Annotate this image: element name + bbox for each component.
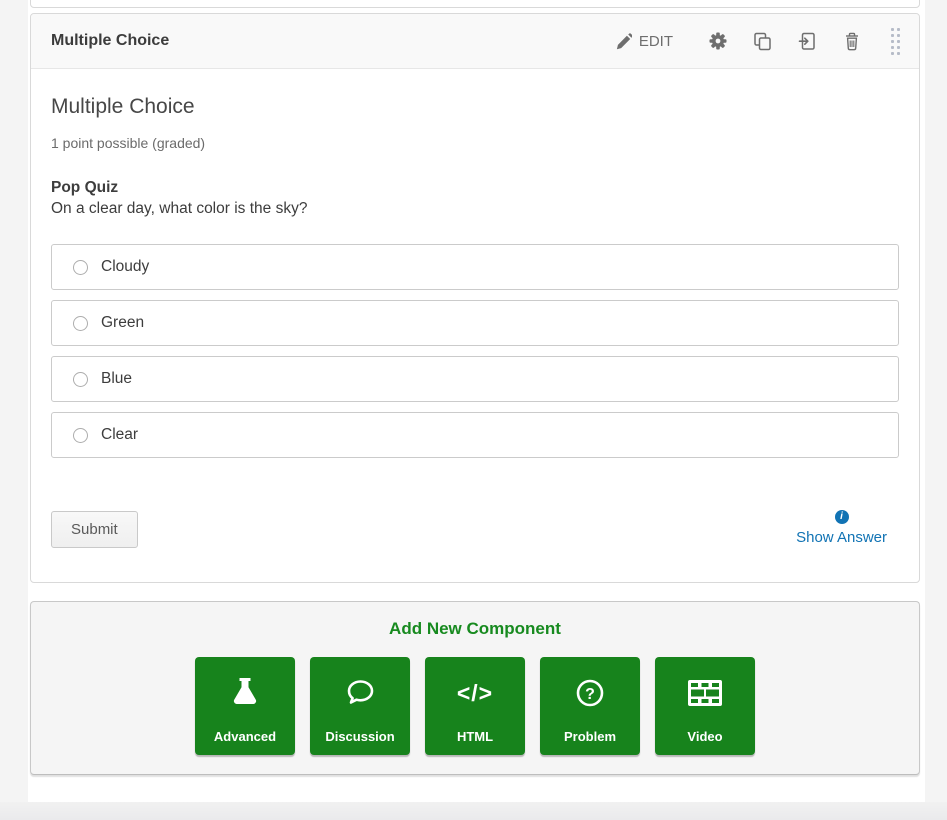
duplicate-icon <box>753 32 772 51</box>
add-new-component-panel: Add New Component Advanced Discussion </… <box>30 601 920 775</box>
add-component-title: Add New Component <box>31 619 919 639</box>
add-button-label: Advanced <box>214 729 276 744</box>
edit-button[interactable]: EDIT <box>602 27 686 56</box>
duplicate-button[interactable] <box>740 26 785 57</box>
problem-preview: Multiple Choice 1 point possible (graded… <box>31 69 919 548</box>
flask-icon <box>195 657 295 729</box>
component-card-header: Multiple Choice EDIT <box>31 14 919 69</box>
add-component-buttons: Advanced Discussion </> HTML ? <box>31 657 919 755</box>
move-button[interactable] <box>785 26 830 57</box>
choice-option[interactable]: Clear <box>51 412 899 458</box>
add-advanced-button[interactable]: Advanced <box>195 657 295 755</box>
choice-label: Blue <box>101 370 132 388</box>
edit-button-label: EDIT <box>639 33 673 50</box>
choice-label: Cloudy <box>101 258 149 276</box>
add-button-label: HTML <box>457 729 493 744</box>
choice-option[interactable]: Blue <box>51 356 899 402</box>
component-title: Multiple Choice <box>51 32 602 50</box>
radio-button[interactable] <box>73 372 88 387</box>
radio-button[interactable] <box>73 428 88 443</box>
add-problem-button[interactable]: ? Problem <box>540 657 640 755</box>
pencil-icon <box>615 33 632 50</box>
settings-button[interactable] <box>696 26 740 56</box>
radio-button[interactable] <box>73 316 88 331</box>
page-footer-strip <box>0 802 947 820</box>
previous-component-card-edge <box>30 0 920 8</box>
choice-option[interactable]: Green <box>51 300 899 346</box>
problem-display-title: Multiple Choice <box>51 95 899 119</box>
trash-icon <box>843 32 861 51</box>
question-text: On a clear day, what color is the sky? <box>51 200 899 218</box>
question-title: Pop Quiz <box>51 179 899 197</box>
svg-text:?: ? <box>585 686 595 703</box>
choice-label: Clear <box>101 426 138 444</box>
component-actions: EDIT <box>602 24 907 59</box>
gear-icon <box>709 32 727 50</box>
submit-button[interactable]: Submit <box>51 511 138 548</box>
question-circle-icon: ? <box>540 657 640 729</box>
info-circle-icon: i <box>835 510 849 524</box>
problem-actions-row: Submit i Show Answer <box>51 510 899 548</box>
move-icon <box>798 32 817 51</box>
multiple-choice-component-card: Multiple Choice EDIT <box>30 13 920 583</box>
radio-button[interactable] <box>73 260 88 275</box>
show-answer-button[interactable]: i Show Answer <box>796 510 887 548</box>
add-video-button[interactable]: Video <box>655 657 755 755</box>
delete-button[interactable] <box>830 26 874 57</box>
add-button-label: Video <box>687 729 722 744</box>
drag-handle[interactable] <box>888 24 903 59</box>
show-answer-label: Show Answer <box>796 529 887 546</box>
points-possible-text: 1 point possible (graded) <box>51 135 899 151</box>
choice-option[interactable]: Cloudy <box>51 244 899 290</box>
code-icon: </> <box>425 657 525 729</box>
add-html-button[interactable]: </> HTML <box>425 657 525 755</box>
add-discussion-button[interactable]: Discussion <box>310 657 410 755</box>
speech-bubble-icon <box>310 657 410 729</box>
film-strip-icon <box>655 657 755 729</box>
choice-label: Green <box>101 314 144 332</box>
add-button-label: Discussion <box>325 729 394 744</box>
choice-list: Cloudy Green Blue Clear <box>51 244 899 458</box>
add-button-label: Problem <box>564 729 616 744</box>
